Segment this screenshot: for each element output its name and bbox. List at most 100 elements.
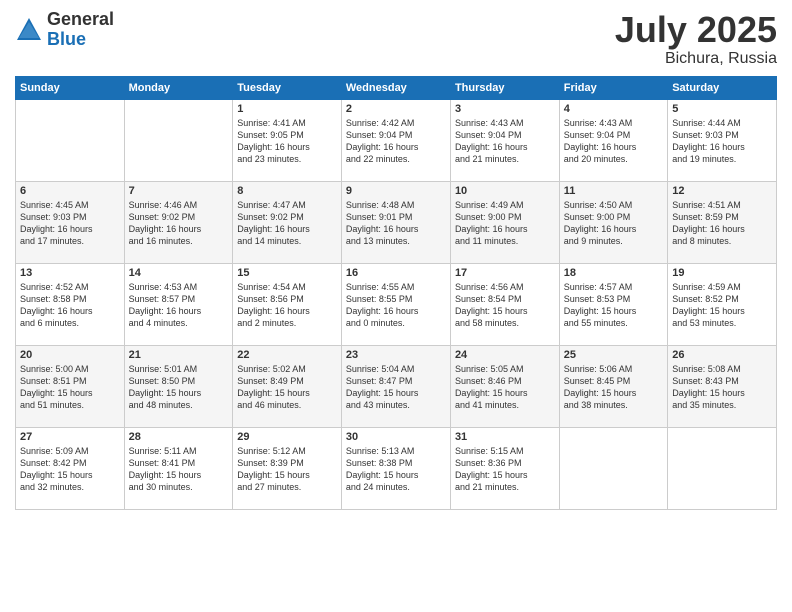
calendar-week-row: 20 Sunrise: 5:00 AM Sunset: 8:51 PM Dayli… [16,345,777,427]
calendar-cell: 13 Sunrise: 4:52 AM Sunset: 8:58 PM Dayli… [16,263,125,345]
day-info: Sunrise: 5:11 AM Sunset: 8:41 PM Dayligh… [129,445,229,494]
title-block: July 2025 Bichura, Russia [615,10,777,68]
logo-general-text: General [47,10,114,30]
calendar-cell [16,99,125,181]
day-number: 27 [20,431,120,443]
day-info: Sunrise: 4:43 AM Sunset: 9:04 PM Dayligh… [455,117,555,166]
day-info: Sunrise: 4:52 AM Sunset: 8:58 PM Dayligh… [20,281,120,330]
logo-text: General Blue [47,10,114,50]
calendar-cell: 28 Sunrise: 5:11 AM Sunset: 8:41 PM Dayli… [124,427,233,509]
calendar-cell: 7Sunrise: 4:46 AM Sunset: 9:02 PM Daylig… [124,181,233,263]
day-number: 17 [455,267,555,279]
day-info: Sunrise: 4:57 AM Sunset: 8:53 PM Dayligh… [564,281,663,330]
day-info: Sunrise: 4:50 AM Sunset: 9:00 PM Dayligh… [564,199,663,248]
weekday-header: Wednesday [341,76,450,99]
day-info: Sunrise: 5:12 AM Sunset: 8:39 PM Dayligh… [237,445,337,494]
calendar-cell: 6 Sunrise: 4:45 AM Sunset: 9:03 PM Daylig… [16,181,125,263]
weekday-header: Sunday [16,76,125,99]
calendar-cell: 25Sunrise: 5:06 AM Sunset: 8:45 PM Dayli… [559,345,667,427]
day-info: Sunrise: 4:47 AM Sunset: 9:02 PM Dayligh… [237,199,337,248]
calendar-cell: 1Sunrise: 4:41 AM Sunset: 9:05 PM Daylig… [233,99,342,181]
calendar-cell: 3Sunrise: 4:43 AM Sunset: 9:04 PM Daylig… [450,99,559,181]
calendar-cell: 8 Sunrise: 4:47 AM Sunset: 9:02 PM Daylig… [233,181,342,263]
day-number: 24 [455,349,555,361]
day-info: Sunrise: 4:44 AM Sunset: 9:03 PM Dayligh… [672,117,772,166]
day-info: Sunrise: 5:09 AM Sunset: 8:42 PM Dayligh… [20,445,120,494]
calendar-cell: 27 Sunrise: 5:09 AM Sunset: 8:42 PM Dayli… [16,427,125,509]
day-number: 16 [346,267,446,279]
logo: General Blue [15,10,114,50]
weekday-header: Friday [559,76,667,99]
day-info: Sunrise: 4:45 AM Sunset: 9:03 PM Dayligh… [20,199,120,248]
calendar-cell: 22 Sunrise: 5:02 AM Sunset: 8:49 PM Dayli… [233,345,342,427]
calendar-cell: 20 Sunrise: 5:00 AM Sunset: 8:51 PM Dayli… [16,345,125,427]
day-number: 2 [346,103,446,115]
weekday-header: Monday [124,76,233,99]
calendar-cell: 17 Sunrise: 4:56 AM Sunset: 8:54 PM Dayli… [450,263,559,345]
calendar-cell: 23 Sunrise: 5:04 AM Sunset: 8:47 PM Dayli… [341,345,450,427]
header: General Blue July 2025 Bichura, Russia [15,10,777,68]
day-number: 9 [346,185,446,197]
day-number: 19 [672,267,772,279]
calendar-header-row: SundayMondayTuesdayWednesdayThursdayFrid… [16,76,777,99]
calendar-cell: 16 Sunrise: 4:55 AM Sunset: 8:55 PM Dayli… [341,263,450,345]
calendar-cell: 31Sunrise: 5:15 AM Sunset: 8:36 PM Dayli… [450,427,559,509]
day-info: Sunrise: 5:04 AM Sunset: 8:47 PM Dayligh… [346,363,446,412]
day-info: Sunrise: 4:46 AM Sunset: 9:02 PM Dayligh… [129,199,229,248]
calendar-page: General Blue July 2025 Bichura, Russia S… [0,0,792,612]
location: Bichura, Russia [615,50,777,68]
calendar-week-row: 13 Sunrise: 4:52 AM Sunset: 8:58 PM Dayli… [16,263,777,345]
day-info: Sunrise: 5:05 AM Sunset: 8:46 PM Dayligh… [455,363,555,412]
day-number: 6 [20,185,120,197]
day-info: Sunrise: 4:51 AM Sunset: 8:59 PM Dayligh… [672,199,772,248]
day-number: 14 [129,267,229,279]
calendar-cell: 18 Sunrise: 4:57 AM Sunset: 8:53 PM Dayli… [559,263,667,345]
weekday-header: Saturday [668,76,777,99]
day-number: 10 [455,185,555,197]
calendar-cell: 26Sunrise: 5:08 AM Sunset: 8:43 PM Dayli… [668,345,777,427]
day-number: 8 [237,185,337,197]
calendar-table: SundayMondayTuesdayWednesdayThursdayFrid… [15,76,777,510]
weekday-header: Thursday [450,76,559,99]
day-number: 18 [564,267,663,279]
day-number: 23 [346,349,446,361]
calendar-cell: 19 Sunrise: 4:59 AM Sunset: 8:52 PM Dayli… [668,263,777,345]
calendar-cell: 11 Sunrise: 4:50 AM Sunset: 9:00 PM Dayli… [559,181,667,263]
day-info: Sunrise: 5:15 AM Sunset: 8:36 PM Dayligh… [455,445,555,494]
day-info: Sunrise: 4:43 AM Sunset: 9:04 PM Dayligh… [564,117,663,166]
day-number: 25 [564,349,663,361]
day-info: Sunrise: 4:49 AM Sunset: 9:00 PM Dayligh… [455,199,555,248]
calendar-cell: 9Sunrise: 4:48 AM Sunset: 9:01 PM Daylig… [341,181,450,263]
calendar-week-row: 27 Sunrise: 5:09 AM Sunset: 8:42 PM Dayli… [16,427,777,509]
day-number: 26 [672,349,772,361]
calendar-cell [124,99,233,181]
month-title: July 2025 [615,10,777,50]
day-info: Sunrise: 5:02 AM Sunset: 8:49 PM Dayligh… [237,363,337,412]
calendar-cell [668,427,777,509]
day-number: 1 [237,103,337,115]
day-info: Sunrise: 4:59 AM Sunset: 8:52 PM Dayligh… [672,281,772,330]
day-info: Sunrise: 5:00 AM Sunset: 8:51 PM Dayligh… [20,363,120,412]
calendar-cell: 30Sunrise: 5:13 AM Sunset: 8:38 PM Dayli… [341,427,450,509]
calendar-cell: 5 Sunrise: 4:44 AM Sunset: 9:03 PM Daylig… [668,99,777,181]
day-info: Sunrise: 4:56 AM Sunset: 8:54 PM Dayligh… [455,281,555,330]
calendar-cell: 2 Sunrise: 4:42 AM Sunset: 9:04 PM Daylig… [341,99,450,181]
day-number: 12 [672,185,772,197]
day-number: 11 [564,185,663,197]
calendar-week-row: 1Sunrise: 4:41 AM Sunset: 9:05 PM Daylig… [16,99,777,181]
day-number: 4 [564,103,663,115]
day-info: Sunrise: 4:54 AM Sunset: 8:56 PM Dayligh… [237,281,337,330]
day-number: 22 [237,349,337,361]
day-number: 13 [20,267,120,279]
day-number: 20 [20,349,120,361]
calendar-cell: 21Sunrise: 5:01 AM Sunset: 8:50 PM Dayli… [124,345,233,427]
day-info: Sunrise: 4:42 AM Sunset: 9:04 PM Dayligh… [346,117,446,166]
day-number: 5 [672,103,772,115]
logo-icon [15,16,43,44]
day-number: 28 [129,431,229,443]
day-info: Sunrise: 5:01 AM Sunset: 8:50 PM Dayligh… [129,363,229,412]
calendar-cell: 29Sunrise: 5:12 AM Sunset: 8:39 PM Dayli… [233,427,342,509]
weekday-header: Tuesday [233,76,342,99]
day-info: Sunrise: 4:55 AM Sunset: 8:55 PM Dayligh… [346,281,446,330]
calendar-cell: 12 Sunrise: 4:51 AM Sunset: 8:59 PM Dayli… [668,181,777,263]
